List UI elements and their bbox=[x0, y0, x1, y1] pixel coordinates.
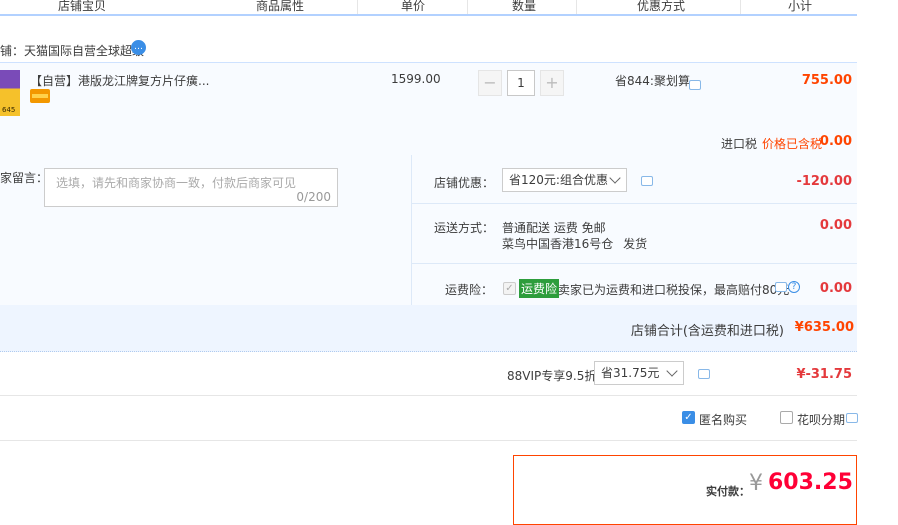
vip-label: 88VIP专享9.5折 bbox=[507, 369, 597, 383]
message-label: 家留言： bbox=[0, 171, 49, 185]
anonymous-checkbox[interactable]: ✓ bbox=[682, 411, 695, 424]
divider bbox=[411, 203, 857, 204]
insurance-label: 运费险： bbox=[445, 283, 494, 297]
shipping-value: 0.00 bbox=[819, 218, 852, 233]
col-shop-item: 店铺宝贝 bbox=[58, 0, 107, 13]
payment-amount: 603.25 bbox=[768, 470, 853, 495]
message-counter: 0/200 bbox=[296, 190, 331, 204]
vip-value: ¥-31.75 bbox=[796, 367, 852, 382]
divider bbox=[411, 263, 857, 264]
col-discount: 优惠方式 bbox=[637, 0, 686, 13]
item-subtotal: 755.00 bbox=[801, 73, 852, 88]
payment-currency: ¥ bbox=[749, 471, 763, 496]
divider bbox=[576, 0, 577, 14]
unit-price: 1599.00 bbox=[391, 72, 441, 86]
quantity-stepper: − 1 + bbox=[478, 70, 564, 96]
import-tax-label: 进口税 bbox=[721, 137, 758, 151]
divider bbox=[411, 155, 412, 305]
col-subtotal: 小计 bbox=[788, 0, 813, 13]
col-attributes: 商品属性 bbox=[256, 0, 305, 13]
insurance-badge: 运费险 bbox=[519, 279, 560, 298]
shop-name[interactable]: 铺：天猫国际自营全球超级 bbox=[0, 42, 144, 59]
import-tax-value: 0.00 bbox=[819, 134, 852, 149]
card-icon bbox=[30, 89, 50, 103]
installment-label[interactable]: 花呗分期 bbox=[797, 411, 845, 428]
insurance-checkbox[interactable]: ✓ bbox=[503, 282, 516, 295]
comment-icon[interactable] bbox=[698, 369, 710, 379]
shop-total-value: ¥635.00 bbox=[794, 320, 854, 335]
qty-minus-button[interactable]: − bbox=[478, 70, 502, 96]
col-quantity: 数量 bbox=[512, 0, 537, 13]
shipping-method: 普通配送 运费 免邮 bbox=[502, 221, 606, 235]
insurance-value: 0.00 bbox=[819, 281, 852, 296]
thumbnail-label: 645 bbox=[2, 106, 16, 114]
quantity-input[interactable]: 1 bbox=[507, 70, 535, 96]
installment-checkbox[interactable] bbox=[780, 411, 793, 424]
divider bbox=[0, 395, 857, 396]
tax-included-label: 价格已含税 bbox=[762, 137, 823, 151]
insurance-desc: 卖家已为运费和进口税投保，最高赔付80元 bbox=[558, 283, 790, 297]
comment-icon[interactable] bbox=[775, 282, 787, 292]
comment-icon[interactable] bbox=[641, 176, 653, 186]
chat-bubble-icon[interactable]: … bbox=[131, 40, 146, 55]
message-textarea[interactable]: 选填，请先和商家协商一致，付款后商家可见 0/200 bbox=[44, 168, 338, 207]
divider bbox=[0, 440, 857, 441]
col-unit-price: 单价 bbox=[401, 0, 426, 13]
shop-discount-label: 店铺优惠： bbox=[434, 176, 495, 190]
shipping-ship-text: 发货 bbox=[623, 237, 648, 251]
shop-discount-select[interactable]: 省120元:组合优惠 bbox=[502, 168, 627, 192]
vip-select[interactable]: 省31.75元 bbox=[594, 361, 684, 385]
divider bbox=[740, 0, 741, 14]
anonymous-label[interactable]: 匿名购买 bbox=[699, 411, 747, 428]
comment-icon[interactable] bbox=[846, 413, 858, 423]
comment-icon[interactable] bbox=[689, 80, 701, 90]
divider bbox=[467, 0, 468, 14]
shop-discount-selected: 省120元:组合优惠 bbox=[509, 173, 608, 187]
chevron-down-icon bbox=[609, 172, 621, 184]
shipping-warehouse: 菜鸟中国香港16号仓 bbox=[502, 237, 614, 251]
shipping-label: 运送方式： bbox=[434, 221, 495, 235]
shipping-warehouse-line: 菜鸟中国香港16号仓 发货 bbox=[502, 235, 647, 252]
payment-label: 实付款： bbox=[706, 485, 750, 498]
shop-discount-value: -120.00 bbox=[796, 174, 852, 189]
qty-plus-button[interactable]: + bbox=[540, 70, 564, 96]
help-icon[interactable]: ? bbox=[788, 281, 800, 293]
column-header: 店铺宝贝 商品属性 单价 数量 优惠方式 小计 bbox=[0, 0, 857, 16]
vip-selected: 省31.75元 bbox=[601, 366, 660, 380]
message-placeholder: 选填，请先和商家协商一致，付款后商家可见 bbox=[56, 176, 297, 190]
shop-total-label: 店铺合计(含运费和进口税) bbox=[630, 324, 784, 339]
discount-method: 省844:聚划算 bbox=[615, 74, 690, 88]
divider bbox=[357, 0, 358, 14]
product-title[interactable]: 【自营】港版龙江牌复方片仔癀... bbox=[30, 72, 209, 89]
chevron-down-icon bbox=[666, 365, 678, 377]
